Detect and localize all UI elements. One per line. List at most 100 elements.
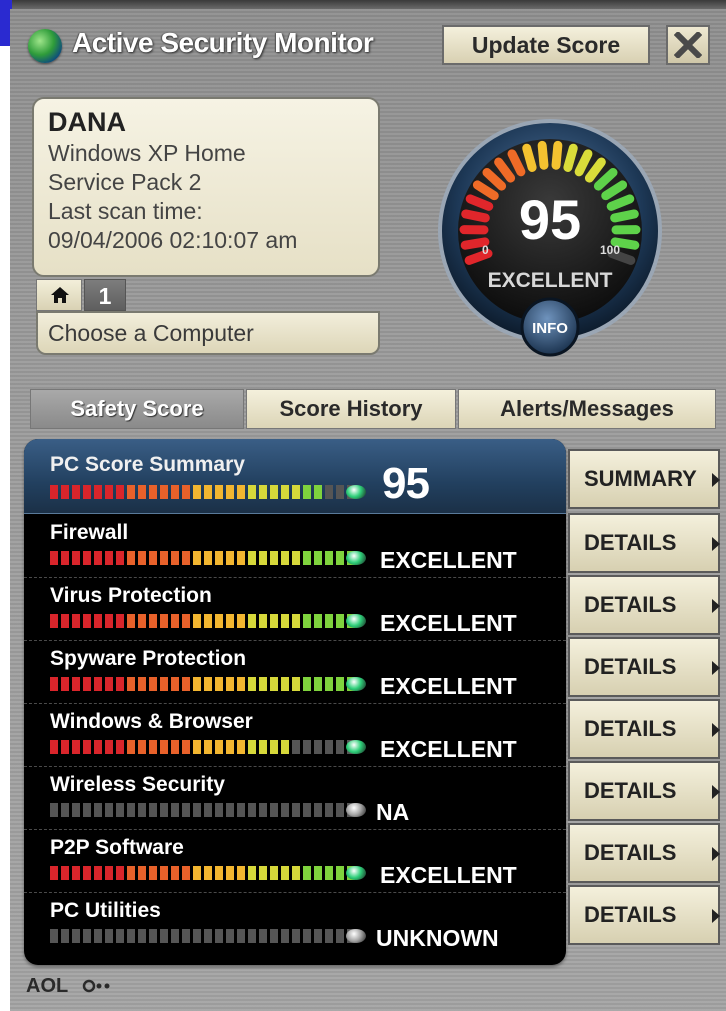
meter-segment: [171, 803, 179, 817]
tab-alerts-messages[interactable]: Alerts/Messages: [458, 389, 716, 429]
meter-segment: [149, 929, 157, 943]
meter-segment: [336, 740, 344, 754]
details-button-label: DETAILS: [584, 592, 677, 617]
gauge-tick: [551, 140, 563, 170]
update-score-button[interactable]: Update Score: [442, 25, 650, 65]
meter-segment: [270, 740, 278, 754]
meter-segment: [72, 866, 80, 880]
meter-segment: [105, 740, 113, 754]
meter-segment: [127, 485, 135, 499]
meter-segment: [193, 866, 201, 880]
details-button-label: DETAILS: [584, 654, 677, 679]
details-button-label: DETAILS: [584, 840, 677, 865]
meter-segment: [83, 677, 91, 691]
gauge-min: 0: [482, 243, 489, 257]
meter-segment: [149, 551, 157, 565]
summary-button[interactable]: SUMMARY: [568, 449, 720, 509]
meter-segment: [149, 866, 157, 880]
meter-segment: [94, 740, 102, 754]
meter-segment: [325, 551, 333, 565]
title-bar: Active Security Monitor Update Score: [10, 9, 726, 75]
meter-segment: [226, 740, 234, 754]
meter-segment: [325, 740, 333, 754]
meter-segment: [182, 551, 190, 565]
meter-segment: [94, 677, 102, 691]
meter-segment: [182, 614, 190, 628]
meter-segment: [94, 614, 102, 628]
meter-segment: [61, 485, 69, 499]
arrow-right-icon: [712, 785, 720, 799]
meter-segment: [127, 614, 135, 628]
meter-segment: [61, 614, 69, 628]
meter-segment: [292, 866, 300, 880]
meter-segment: [105, 485, 113, 499]
meter-segment: [61, 803, 69, 817]
category-meter: [50, 866, 355, 880]
meter-segment: [138, 677, 146, 691]
meter-segment: [336, 677, 344, 691]
last-scan-label: Last scan time:: [48, 198, 203, 224]
meter-segment: [94, 803, 102, 817]
meter-segment: [303, 929, 311, 943]
category-row-p2p-software: P2P Software EXCELLENT: [24, 830, 566, 893]
meter-segment: [270, 866, 278, 880]
meter-segment: [116, 740, 124, 754]
meter-segment: [248, 677, 256, 691]
computer-tab-1[interactable]: 1: [84, 279, 126, 311]
status-led-icon: [346, 866, 366, 880]
meter-segment: [281, 485, 289, 499]
meter-segment: [281, 551, 289, 565]
meter-segment: [105, 677, 113, 691]
meter-segment: [292, 803, 300, 817]
gauge-dial: 95 0 100 EXCELLENT INFO: [438, 119, 662, 357]
category-meter: [50, 803, 355, 817]
meter-segment: [270, 803, 278, 817]
details-button-windows-browser[interactable]: DETAILS: [568, 699, 720, 759]
meter-segment: [138, 485, 146, 499]
status-led-icon: [346, 929, 366, 943]
meter-segment: [72, 803, 80, 817]
arrow-right-icon: [712, 847, 720, 861]
gauge-tick: [522, 143, 537, 172]
close-button[interactable]: [666, 25, 710, 65]
meter-segment: [138, 803, 146, 817]
category-status: UNKNOWN: [376, 925, 499, 951]
summary-button-label: SUMMARY: [584, 466, 697, 491]
details-button-virus-protection[interactable]: DETAILS: [568, 575, 720, 635]
meter-segment: [72, 485, 80, 499]
details-button-label: DETAILS: [584, 716, 677, 741]
computer-name: DANA: [48, 107, 126, 137]
tab-safety-score[interactable]: Safety Score: [30, 389, 244, 429]
meter-segment: [171, 677, 179, 691]
details-button-label: DETAILS: [584, 530, 677, 555]
details-button-spyware-protection[interactable]: DETAILS: [568, 637, 720, 697]
gauge-max: 100: [600, 243, 620, 257]
arrow-right-icon: [712, 661, 720, 675]
meter-segment: [116, 677, 124, 691]
category-meter: [50, 614, 355, 628]
info-button[interactable]: INFO: [520, 297, 580, 357]
meter-segment: [259, 614, 267, 628]
details-button-pc-utilities[interactable]: DETAILS: [568, 885, 720, 945]
meter-segment: [248, 803, 256, 817]
choose-computer-dropdown[interactable]: Choose a Computer: [36, 311, 380, 355]
tab-score-history[interactable]: Score History: [246, 389, 456, 429]
gauge-tick: [610, 209, 639, 223]
gauge-rating: EXCELLENT: [488, 269, 613, 292]
meter-segment: [83, 551, 91, 565]
home-tab[interactable]: [36, 279, 82, 311]
meter-segment: [94, 866, 102, 880]
details-button-p2p-software[interactable]: DETAILS: [568, 823, 720, 883]
meter-segment: [171, 551, 179, 565]
meter-segment: [248, 740, 256, 754]
meter-segment: [171, 740, 179, 754]
details-button-wireless-security[interactable]: DETAILS: [568, 761, 720, 821]
meter-segment: [270, 929, 278, 943]
meter-segment: [292, 551, 300, 565]
meter-segment: [193, 551, 201, 565]
meter-segment: [237, 803, 245, 817]
meter-segment: [182, 866, 190, 880]
details-button-firewall[interactable]: DETAILS: [568, 513, 720, 573]
meter-segment: [325, 929, 333, 943]
meter-segment: [116, 485, 124, 499]
